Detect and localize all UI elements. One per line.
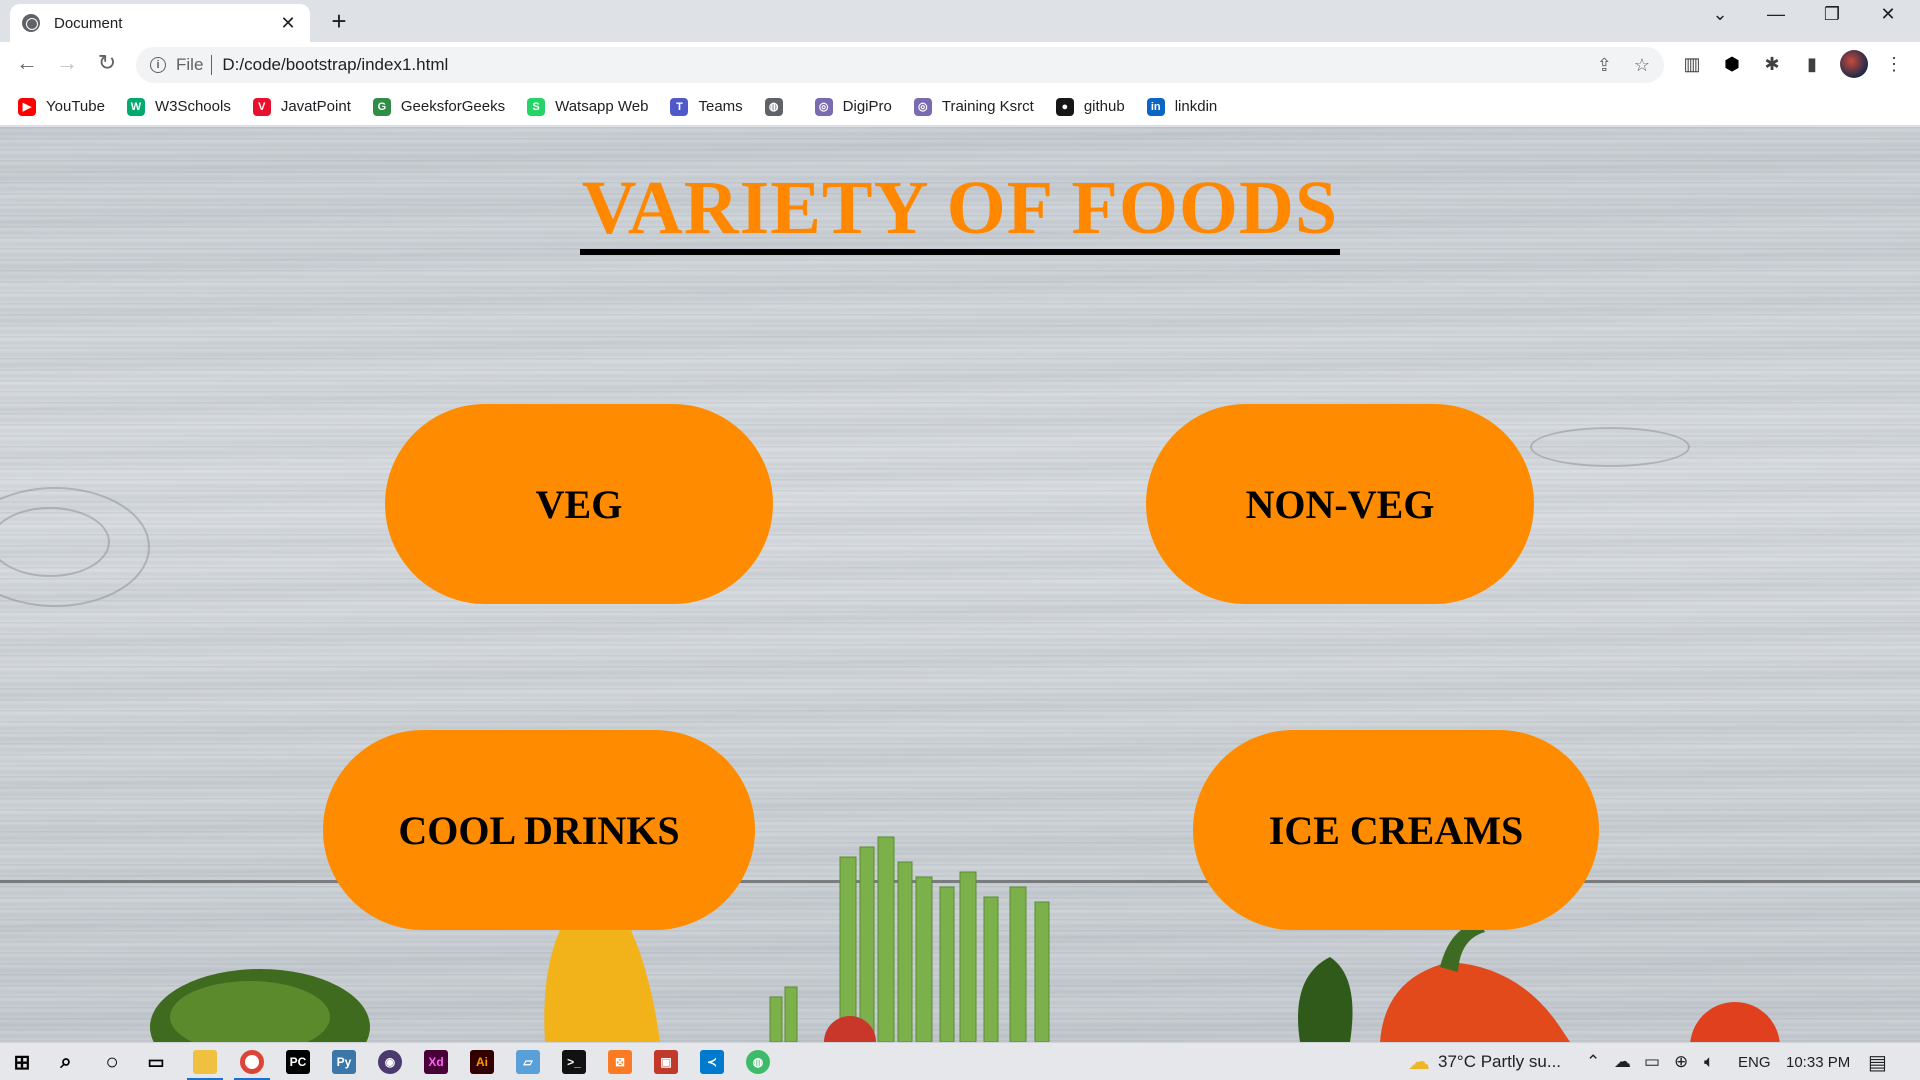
bookmark-item[interactable]: ◎ DigiPro [814,97,892,116]
globe-icon [22,14,40,32]
terminal-icon[interactable]: >_ [562,1050,586,1074]
clock[interactable]: 10:33 PM [1786,1043,1850,1080]
browser-tab[interactable]: Document ✕ [10,4,310,42]
chrome-icon[interactable] [240,1050,264,1074]
bookmarks-bar: ▶ YouTube W W3Schools V JavatPoint G GeeksforGe… [0,88,1920,126]
bookmark-label: W3Schools [154,98,231,115]
windows-start-icon[interactable]: ⊞ [10,1050,34,1074]
url-scheme: File [176,55,204,74]
share-icon[interactable]: ⇪ [1597,55,1612,76]
geeksforgeeks-icon: G [372,97,391,116]
bookmark-item[interactable]: T Teams [670,97,743,116]
bookmark-item[interactable]: in linkdin [1146,97,1218,116]
language-indicator[interactable]: ENG [1738,1043,1771,1080]
forward-button[interactable]: → [52,50,82,76]
bookmark-item[interactable]: V JavatPoint [252,97,351,116]
notifications-icon[interactable]: ▤ [1868,1043,1887,1080]
restore-button[interactable]: ❐ [1812,4,1852,25]
bookmark-label: github [1083,98,1125,115]
bookmark-item[interactable]: W W3Schools [126,97,231,116]
task-view-icon[interactable]: ▭ [144,1050,168,1074]
page-heading: VARIETY OF FOODS [0,167,1920,255]
digipro-icon: ◎ [814,97,833,116]
network-icon[interactable]: ☁ [1614,1043,1631,1080]
volume-icon[interactable]: 🔈︎ [1704,1043,1714,1080]
close-window-button[interactable]: ✕ [1868,4,1908,25]
cortana-icon[interactable]: ○ [100,1049,124,1074]
new-tab-button[interactable]: + [324,6,354,37]
bookmark-label: Watsapp Web [555,98,649,115]
url-text[interactable]: D:/code/bootstrap/index1.html [222,55,1574,75]
photos-icon[interactable]: ▱ [516,1050,540,1074]
github-icon: ● [1055,97,1074,116]
url-separator [211,55,213,75]
language-globe-icon[interactable]: ⊕ [1674,1043,1688,1080]
profile-avatar[interactable] [1840,50,1868,78]
w3schools-icon: W [126,97,145,116]
back-button[interactable]: ← [12,50,42,76]
tab-strip: Document ✕ + ⌄ — ❐ ✕ [0,0,1920,42]
wood-knot [1530,427,1690,467]
whatsapp-icon: S [527,97,546,116]
puzzle-icon[interactable]: ✱ [1760,52,1784,76]
search-icon[interactable]: ⌕ [54,1050,78,1074]
training-icon: ◎ [913,97,932,116]
youtube-icon: ▶ [18,97,36,116]
hexagon-extension-icon[interactable]: ⬢ [1720,52,1744,76]
weather-widget[interactable]: ☁ 37°C Partly su... [1408,1043,1561,1080]
bookmark-item[interactable]: ◎ Training Ksrct [913,97,1034,116]
globe-app-icon[interactable]: ◍ [746,1050,770,1074]
browser-toolbar: ← → ↻ i File D:/code/bootstrap/index1.ht… [0,42,1920,88]
bookmark-star-icon[interactable]: ☆ [1634,55,1650,76]
page-viewport: VARIETY OF FOODS VEG NON-VEG COOL DRINKS… [0,127,1920,1042]
bookmark-item[interactable]: S Watsapp Web [527,97,649,116]
bookmark-item[interactable]: ▶ YouTube [18,97,105,116]
bookmark-label: Training Ksrct [941,98,1034,115]
tray-chevron-icon[interactable]: ⌃ [1586,1043,1600,1080]
teams-icon: T [670,97,689,116]
extension-icon[interactable]: ▥ [1680,52,1704,76]
battery-icon[interactable]: ▭ [1644,1043,1660,1080]
ice-creams-button[interactable]: ICE CREAMS [1193,730,1599,930]
reload-button[interactable]: ↻ [92,50,122,76]
bookmark-label: Teams [698,98,743,115]
tab-title: Document [54,14,123,32]
side-panel-icon[interactable]: ▮ [1800,52,1824,76]
menu-icon[interactable]: ⋮ [1882,52,1906,76]
pycharm-icon[interactable]: PC [286,1050,310,1074]
illustrator-icon[interactable]: Ai [470,1050,494,1074]
bookmark-label: JavatPoint [280,98,351,115]
javatpoint-icon: V [252,97,271,116]
app-icon[interactable]: ▣ [654,1050,678,1074]
python-icon[interactable]: Py [332,1050,356,1074]
minimize-button[interactable]: — [1756,4,1796,25]
adobe-xd-icon[interactable]: Xd [424,1050,448,1074]
tab-close-icon[interactable]: ✕ [278,13,298,34]
address-bar[interactable]: i File D:/code/bootstrap/index1.html ⇪ ☆ [136,47,1664,83]
file-explorer-icon[interactable] [193,1050,217,1074]
windows-taskbar: ⊞ ⌕ ○ ▭ PC Py ◉ Xd Ai ▱ >_ ⊠ ▣ ≺ ◍ ☁ 37°… [0,1042,1920,1080]
veg-button[interactable]: VEG [385,404,773,604]
eclipse-icon[interactable]: ◉ [378,1050,402,1074]
bookmark-item[interactable]: G GeeksforGeeks [372,97,506,116]
tab-search-icon[interactable]: ⌄ [1700,4,1740,25]
bookmark-label: GeeksforGeeks [400,98,506,115]
bookmark-item[interactable]: ◍ [764,97,793,116]
bookmark-item[interactable]: ● github [1055,97,1125,116]
vegetables-illustration [150,836,1780,1042]
cool-drinks-button[interactable]: COOL DRINKS [323,730,755,930]
info-icon[interactable]: i [150,57,166,73]
heading-text: VARIETY OF FOODS [579,167,1341,255]
vscode-icon[interactable]: ≺ [700,1050,724,1074]
nonveg-button[interactable]: NON-VEG [1146,404,1534,604]
bookmark-label: linkdin [1174,98,1218,115]
xampp-icon[interactable]: ⊠ [608,1050,632,1074]
globe-icon: ◍ [764,97,783,116]
weather-text: 37°C Partly su... [1438,1052,1562,1071]
bookmark-label: YouTube [46,98,105,115]
bookmark-label: DigiPro [842,98,892,115]
linkedin-icon: in [1146,97,1165,116]
weather-icon: ☁ [1408,1049,1430,1074]
